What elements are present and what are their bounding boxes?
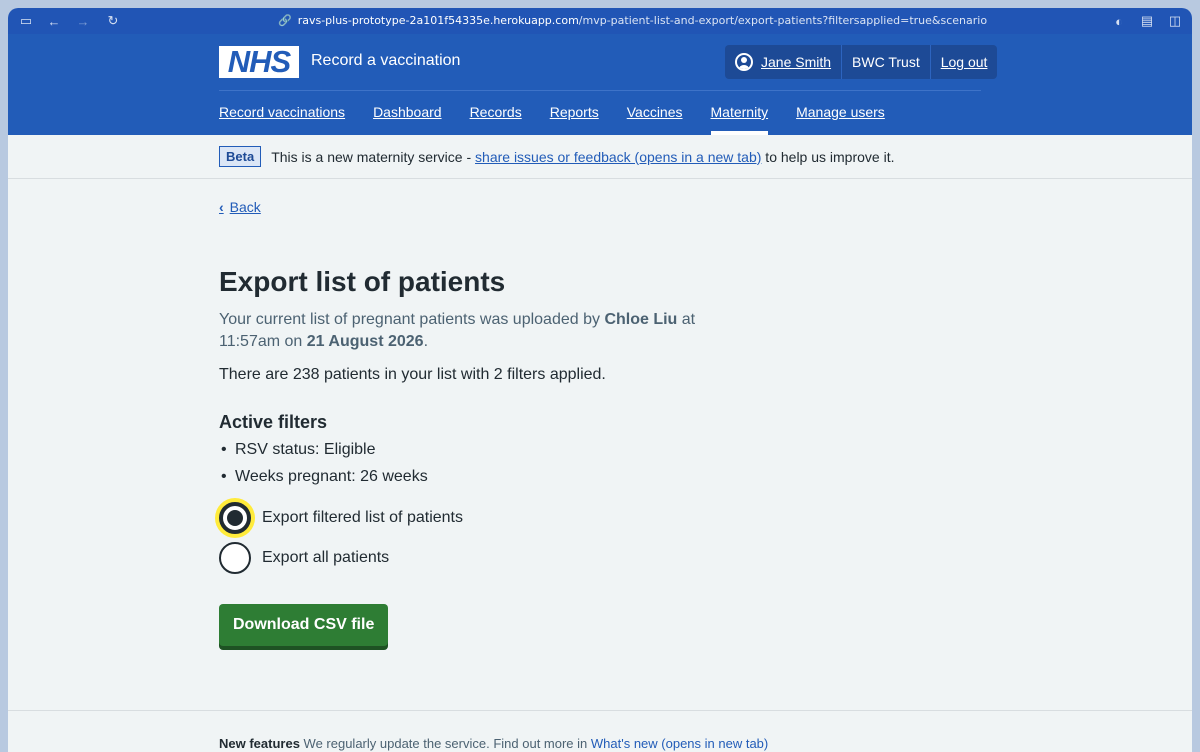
nhs-header: NHS Record a vaccination Jane Smith BWC … [8, 34, 1192, 135]
nav-vaccines[interactable]: Vaccines [627, 103, 683, 135]
export-options: Export filtered list of patients Export … [219, 502, 919, 574]
footer-notice: New features We regularly update the ser… [219, 736, 768, 751]
nav-maternity[interactable]: Maternity [710, 103, 768, 135]
logout-link[interactable]: Log out [941, 54, 988, 70]
radio-unchecked-icon[interactable] [219, 542, 251, 574]
url-host: ravs-plus-prototype-2a101f54335e.herokua… [297, 14, 579, 27]
radio-label[interactable]: Export all patients [262, 549, 389, 567]
phase-banner: Beta This is a new maternity service - s… [8, 135, 1192, 179]
reader-icon[interactable]: ▤ [1139, 13, 1155, 29]
header-divider [219, 90, 981, 91]
footer-notice-bold: New features [219, 736, 300, 751]
nhs-logo-text: NHS [227, 44, 291, 79]
main-content: ‹ Back Export list of patients Your curr… [219, 199, 919, 646]
sidebar-toggle-icon[interactable]: ▭ [18, 13, 34, 29]
account-user: Jane Smith [725, 45, 841, 79]
footer-divider [8, 710, 1192, 711]
back-link[interactable]: ‹ Back [219, 199, 261, 215]
nhs-logo[interactable]: NHS [219, 46, 299, 78]
address-bar[interactable]: 🔗 ravs-plus-prototype-2a101f54335e.heroku… [278, 14, 987, 27]
split-view-icon[interactable]: ◫ [1167, 13, 1183, 29]
back-arrow-icon[interactable]: ← [46, 13, 62, 29]
link-icon: 🔗 [278, 14, 292, 27]
user-name-link[interactable]: Jane Smith [761, 54, 831, 70]
upload-date: 21 August 2026 [306, 333, 424, 350]
filter-item: Weeks pregnant: 26 weeks [219, 468, 919, 486]
nav-reports[interactable]: Reports [550, 103, 599, 135]
active-filters-list: RSV status: Eligible Weeks pregnant: 26 … [219, 441, 919, 486]
browser-toolbar: ▭ ← → ↻ 🔗 ravs-plus-prototype-2a101f54335… [8, 8, 1192, 34]
filters-heading: Active filters [219, 412, 328, 432]
logout-item: Log out [929, 45, 998, 79]
filter-item: RSV status: Eligible [219, 441, 919, 459]
download-csv-button[interactable]: Download CSV file [219, 604, 389, 646]
radio-export-filtered[interactable]: Export filtered list of patients [219, 502, 919, 534]
browser-window: ▭ ← → ↻ 🔗 ravs-plus-prototype-2a101f54335… [8, 8, 1192, 752]
nav-record-vaccinations[interactable]: Record vaccinations [219, 103, 345, 135]
whats-new-link[interactable]: What's new (opens in new tab) [591, 736, 768, 751]
account-bar: Jane Smith BWC Trust Log out [725, 45, 998, 79]
user-icon [735, 53, 753, 71]
reload-icon[interactable]: ↻ [105, 13, 121, 29]
lede-part-1: Your current list of pregnant patients w… [219, 311, 605, 328]
footer-notice-text: We regularly update the service. Find ou… [299, 736, 591, 751]
service-name[interactable]: Record a vaccination [311, 52, 460, 70]
radio-checked-icon[interactable] [219, 502, 251, 534]
uploader-name: Chloe Liu [604, 311, 678, 328]
radio-label[interactable]: Export filtered list of patients [262, 509, 463, 527]
phase-text-after: to help us improve it. [761, 148, 895, 165]
radio-export-all[interactable]: Export all patients [219, 542, 919, 574]
page-title: Export list of patients [219, 266, 506, 297]
back-label: Back [229, 199, 261, 215]
lede-part-3: . [423, 333, 429, 350]
organisation-name: BWC Trust [841, 45, 930, 79]
phase-text-before: This is a new maternity service - [271, 148, 476, 165]
url-path: /mvp-patient-list-and-export/export-pati… [578, 14, 988, 27]
patient-count: There are 238 patients in your list with… [219, 366, 606, 383]
beta-tag: Beta [219, 146, 262, 167]
forward-arrow-icon[interactable]: → [75, 13, 91, 29]
privacy-icon[interactable]: ◐ [1111, 13, 1127, 29]
feedback-link[interactable]: share issues or feedback (opens in a new… [475, 149, 761, 165]
nav-dashboard[interactable]: Dashboard [373, 103, 442, 135]
nav-records[interactable]: Records [470, 103, 522, 135]
nav-manage-users[interactable]: Manage users [796, 103, 885, 135]
upload-summary: Your current list of pregnant patients w… [219, 309, 719, 353]
primary-navigation: Record vaccinations Dashboard Records Re… [219, 103, 913, 135]
chevron-left-icon: ‹ [219, 199, 224, 215]
